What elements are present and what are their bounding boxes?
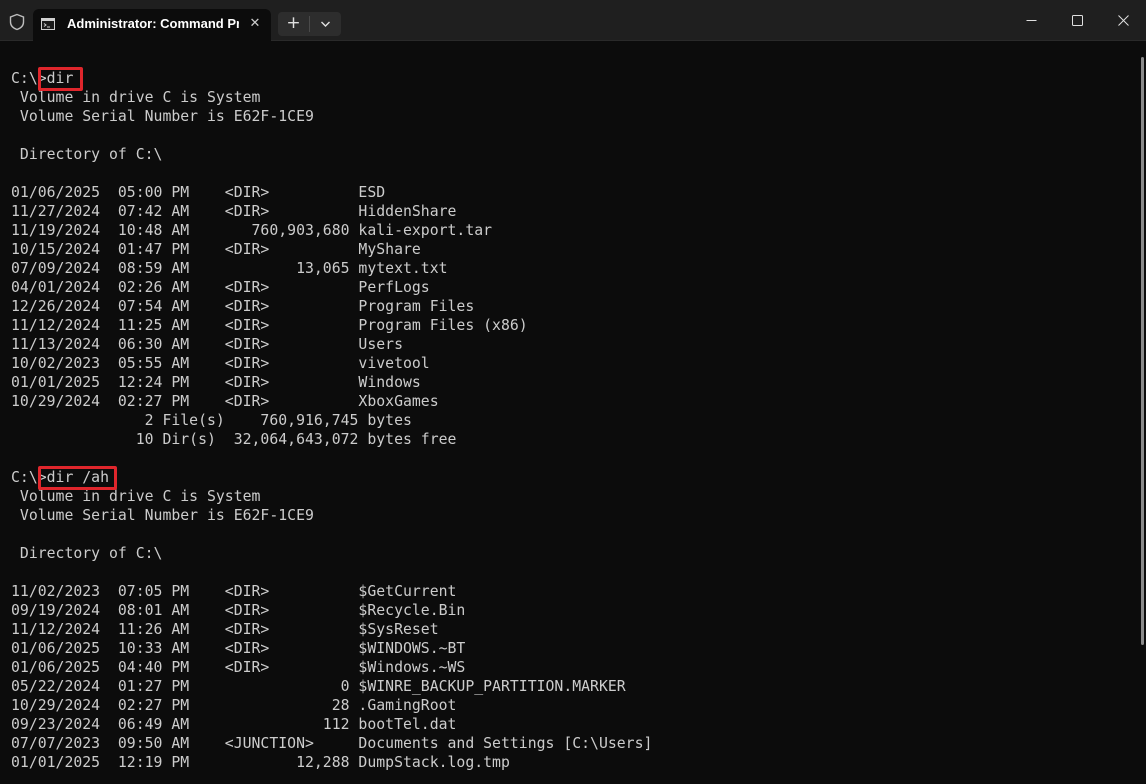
shield-icon: [9, 13, 25, 31]
dir-command-highlight: [38, 67, 83, 91]
terminal-line: 05/22/2024 01:27 PM 0 $WINRE_BACKUP_PART…: [11, 678, 626, 695]
terminal-output-area[interactable]: C:\>dir Volume in drive C is System Volu…: [0, 41, 1146, 784]
terminal-line: 12/26/2024 07:54 AM <DIR> Program Files: [11, 298, 475, 315]
tab-actions: +: [278, 12, 341, 36]
terminal-line: 10/29/2024 02:27 PM 28 .GamingRoot: [11, 697, 457, 714]
close-tab-icon[interactable]: ✕: [245, 14, 265, 34]
terminal-line: 11/02/2023 07:05 PM <DIR> $GetCurrent: [11, 583, 457, 600]
terminal-line: Directory of C:\: [11, 545, 163, 562]
terminal-line: 2 File(s) 760,916,745 bytes: [11, 412, 412, 429]
terminal-line: 11/13/2024 06:30 AM <DIR> Users: [11, 336, 403, 353]
terminal-line: 11/12/2024 11:25 AM <DIR> Program Files …: [11, 317, 528, 334]
tab-command-prompt[interactable]: Administrator: Command Pro ✕: [33, 9, 271, 41]
title-bar: Administrator: Command Pro ✕ +: [0, 0, 1146, 41]
maximize-button[interactable]: [1054, 0, 1100, 41]
minimize-icon: [1026, 20, 1037, 21]
terminal-line: 11/12/2024 11:26 AM <DIR> $SysReset: [11, 621, 439, 638]
terminal-line: Directory of C:\: [11, 146, 163, 163]
close-window-button[interactable]: [1100, 0, 1146, 41]
terminal-line: 07/07/2023 09:50 AM <JUNCTION> Documents…: [11, 735, 653, 752]
close-icon: [1118, 15, 1129, 26]
terminal-line: 10/02/2023 05:55 AM <DIR> vivetool: [11, 355, 430, 372]
terminal-line: 10 Dir(s) 32,064,643,072 bytes free: [11, 431, 457, 448]
terminal-line: 10/15/2024 01:47 PM <DIR> MyShare: [11, 241, 421, 258]
terminal-line: 11/27/2024 07:42 AM <DIR> HiddenShare: [11, 203, 457, 220]
dir-ah-command-highlight: [38, 466, 117, 490]
terminal-line: 07/09/2024 08:59 AM 13,065 mytext.txt: [11, 260, 448, 277]
chevron-down-icon: [321, 21, 330, 27]
terminal-line: 09/19/2024 08:01 AM <DIR> $Recycle.Bin: [11, 602, 466, 619]
terminal-line: 10/29/2024 02:27 PM <DIR> XboxGames: [11, 393, 439, 410]
terminal-line: Volume Serial Number is E62F-1CE9: [11, 507, 314, 524]
terminal-line: 04/01/2024 02:26 AM <DIR> PerfLogs: [11, 279, 430, 296]
terminal-line: Volume Serial Number is E62F-1CE9: [11, 108, 314, 125]
cmd-icon: [41, 18, 55, 30]
terminal-line: 01/01/2025 12:19 PM 12,288 DumpStack.log…: [11, 754, 510, 771]
minimize-button[interactable]: [1008, 0, 1054, 41]
terminal-line: 01/06/2025 04:40 PM <DIR> $Windows.~WS: [11, 659, 466, 676]
tab-title: Administrator: Command Pro: [67, 16, 239, 31]
terminal-line: 09/23/2024 06:49 AM 112 bootTel.dat: [11, 716, 457, 733]
terminal-line: 01/06/2025 05:00 PM <DIR> ESD: [11, 184, 386, 201]
terminal-line: C:\>dir: [11, 70, 74, 87]
scrollbar[interactable]: [1141, 57, 1144, 645]
terminal-line: 11/19/2024 10:48 AM 760,903,680 kali-exp…: [11, 222, 493, 239]
terminal-output: C:\>dir Volume in drive C is System Volu…: [11, 69, 652, 772]
new-tab-button[interactable]: +: [278, 12, 309, 36]
terminal-line: 01/06/2025 10:33 AM <DIR> $WINDOWS.~BT: [11, 640, 466, 657]
terminal-line: Volume in drive C is System: [11, 89, 261, 106]
maximize-icon: [1072, 15, 1083, 26]
tab-dropdown-button[interactable]: [310, 12, 341, 36]
terminal-line: 01/01/2025 12:24 PM <DIR> Windows: [11, 374, 421, 391]
